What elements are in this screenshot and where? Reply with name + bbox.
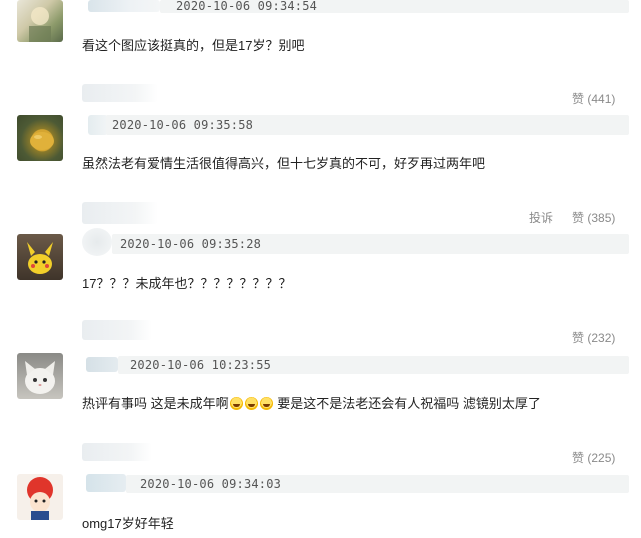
like-label: 赞	[572, 331, 585, 345]
like-count: (385)	[587, 211, 616, 225]
avatar-pikachu-icon	[27, 242, 53, 274]
avatar-cat-icon	[25, 361, 55, 394]
like-count: (232)	[587, 331, 616, 345]
comment-time: 2020-10-06 10:23:55	[130, 358, 272, 372]
comment-text: omg17岁好年轻	[82, 516, 174, 531]
report-button[interactable]: 投诉	[529, 209, 553, 226]
username-blurred[interactable]	[82, 228, 112, 256]
comment-text: 热评有事吗 这是未成年啊 要是这不是法老还会有人祝福吗 滤镜别太厚了	[82, 393, 541, 412]
reply-user-blurred	[82, 202, 158, 224]
avatar[interactable]	[17, 115, 63, 161]
avatar[interactable]	[17, 0, 63, 42]
like-count: (441)	[587, 92, 616, 106]
like-label: 赞	[572, 92, 585, 106]
comment-text: 虽然法老有爱情生活很值得高兴，但十七岁真的不可，好歹再过两年吧	[82, 156, 486, 171]
username-blurred[interactable]	[86, 474, 126, 492]
reply-user-blurred	[82, 320, 152, 340]
username-blurred[interactable]	[86, 357, 118, 372]
like-label: 赞	[572, 451, 585, 465]
comment-time: 2020-10-06 09:34:54	[176, 0, 318, 13]
comment-time: 2020-10-06 09:35:58	[112, 118, 254, 132]
comment-time: 2020-10-06 09:34:03	[140, 477, 282, 491]
like-button[interactable]: 赞 (225)	[572, 449, 615, 466]
like-button[interactable]: 赞 (385)	[572, 209, 615, 226]
like-count: (225)	[587, 451, 616, 465]
comment-text-part2: 要是这不是法老还会有人祝福吗 滤镜别太厚了	[273, 396, 541, 411]
username-blurred[interactable]	[88, 0, 160, 12]
laughing-tears-emoji-icon	[244, 397, 258, 410]
like-label: 赞	[572, 211, 585, 225]
avatar-cartoon-icon	[27, 477, 53, 520]
comment-text: 17？？？未成年也？？？？？？？？	[82, 276, 292, 291]
comment-text: 看这个图应该挺真的，但是17岁？别吧	[82, 38, 305, 53]
comment-text-part1: 热评有事吗 这是未成年啊	[82, 396, 229, 411]
like-button[interactable]: 赞 (232)	[572, 329, 615, 346]
laughing-tears-emoji-icon	[259, 397, 273, 410]
avatar-mango-icon	[30, 132, 54, 150]
avatar[interactable]	[17, 234, 63, 280]
comment-time: 2020-10-06 09:35:28	[120, 237, 262, 251]
like-button[interactable]: 赞 (441)	[572, 90, 615, 107]
username-blurred[interactable]	[88, 115, 108, 135]
reply-user-blurred	[82, 443, 152, 461]
laughing-tears-emoji-icon	[229, 397, 243, 410]
avatar-illustration-icon	[29, 7, 51, 42]
reply-user-blurred	[82, 84, 158, 102]
avatar[interactable]	[17, 353, 63, 399]
avatar[interactable]	[17, 474, 63, 520]
